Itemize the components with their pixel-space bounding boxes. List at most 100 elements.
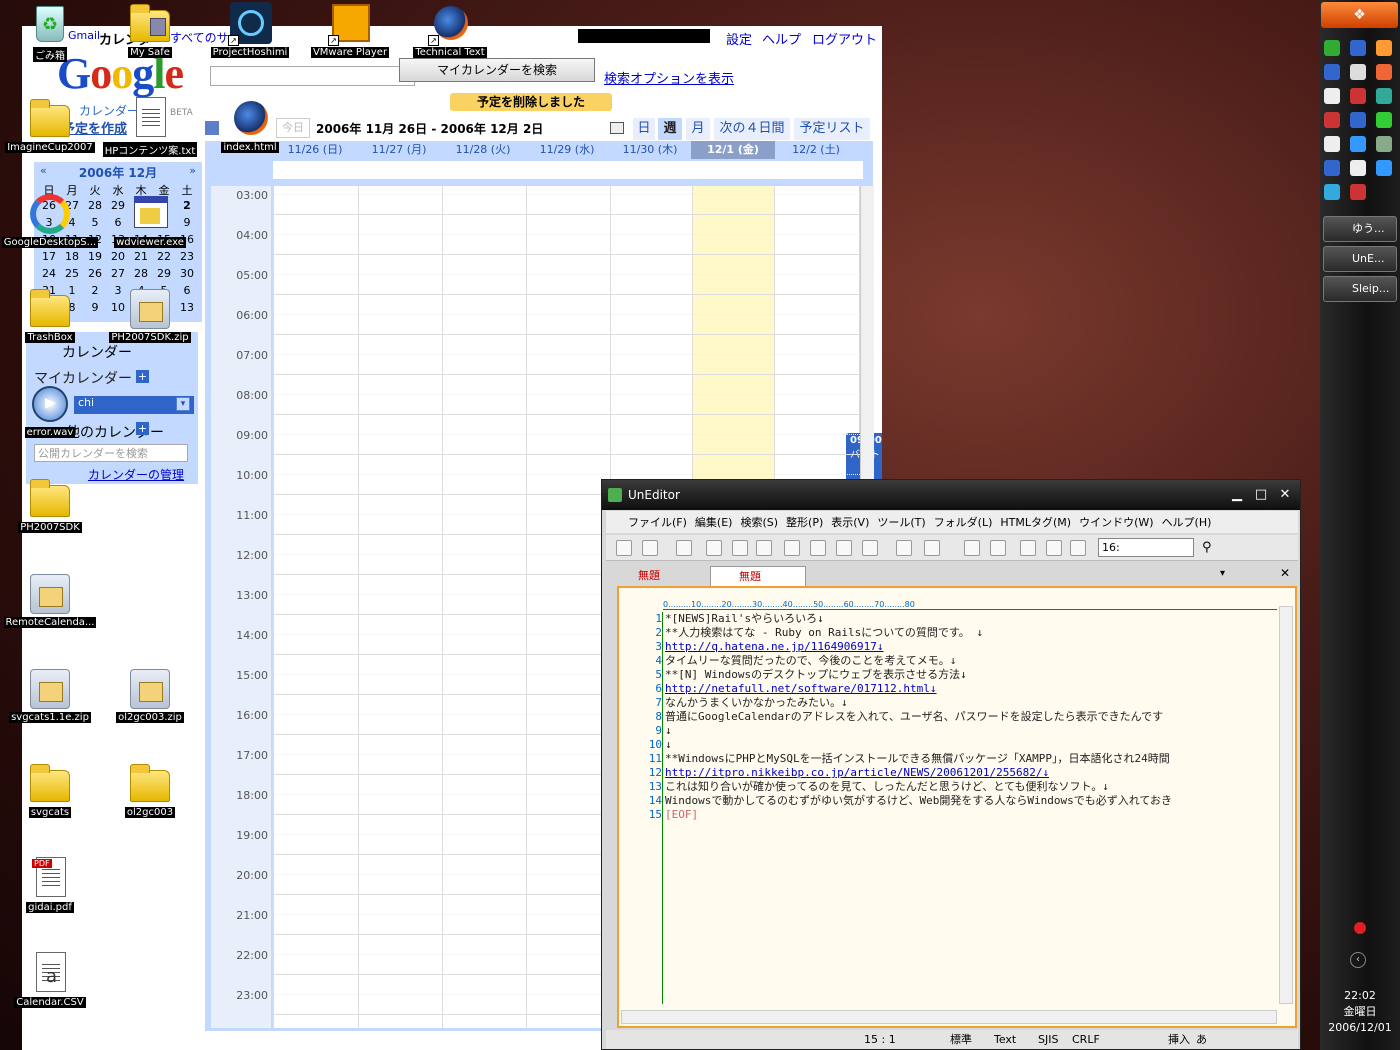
start-button[interactable]: ❖: [1321, 2, 1398, 28]
uneditor-ql-icon[interactable]: [1324, 40, 1340, 56]
editor-lines[interactable]: *[NEWS]Rail'sやらいろいろ↓ **人力検索はてな - Ruby on …: [665, 612, 1277, 1004]
menu-folder[interactable]: フォルダ(L): [934, 514, 993, 530]
mini-cal-day[interactable]: 17: [38, 250, 60, 263]
capture-icon[interactable]: [1070, 540, 1086, 556]
binoculars-icon[interactable]: ⚲: [1202, 540, 1212, 555]
menu-view[interactable]: 表示(V): [831, 514, 869, 530]
blank2-icon[interactable]: [810, 540, 826, 556]
add-other-calendar-icon[interactable]: +: [136, 422, 149, 435]
calendar-icon[interactable]: [990, 540, 1006, 556]
view-day-button[interactable]: 日: [633, 118, 655, 140]
search-my-calendars-button[interactable]: マイカレンダーを検索: [399, 58, 595, 82]
mode-select[interactable]: 標準: [950, 1030, 972, 1049]
desktop-icon-hoshimi[interactable]: ↗ ProjectHoshimi: [200, 2, 300, 61]
manage-calendars-link[interactable]: カレンダーの管理: [88, 466, 184, 483]
task-sleipnir[interactable]: Sleip...: [1323, 276, 1397, 302]
tab-untitled-1[interactable]: 無題: [610, 566, 706, 586]
tool-ql-icon[interactable]: [1376, 136, 1392, 152]
desktop-icon-zip[interactable]: PH2007SDK.zip: [100, 287, 200, 346]
skype-ql-icon[interactable]: [1324, 184, 1340, 200]
day-header[interactable]: 11/30 (木): [609, 141, 691, 159]
network-ql-icon[interactable]: [1350, 40, 1366, 56]
view-4days-button[interactable]: 次の４日間: [714, 118, 790, 140]
desktop-icon-vmware[interactable]: ↗ VMware Player: [300, 2, 400, 61]
desktop-icon-gdesktop[interactable]: GoogleDesktopS...: [0, 192, 100, 251]
movie-ql-icon[interactable]: [1324, 88, 1340, 104]
view-agenda-button[interactable]: 予定リスト: [794, 118, 870, 140]
mini-cal-day[interactable]: 18: [61, 250, 83, 263]
chart-ql-icon[interactable]: [1376, 88, 1392, 104]
public-calendar-search[interactable]: 公開カレンダーを検索: [34, 444, 188, 462]
firefox-ql-icon[interactable]: [1376, 40, 1392, 56]
editor-text-area[interactable]: 0.........10........20........30........…: [617, 586, 1297, 1028]
logout-link[interactable]: ログアウト: [812, 29, 877, 48]
desktop-icon-zip[interactable]: ol2gc003.zip: [100, 667, 200, 726]
desktop-icon-firefox[interactable]: index.html: [200, 97, 300, 156]
blank-icon[interactable]: [706, 540, 722, 556]
desktop-icon-exe[interactable]: wdviewer.exe: [100, 192, 200, 251]
pin-ql-icon[interactable]: [1350, 184, 1366, 200]
desktop-icon-safe[interactable]: My Safe: [100, 2, 200, 61]
add-calendar-icon[interactable]: +: [136, 370, 149, 383]
search-icon[interactable]: [862, 540, 878, 556]
all-day-row[interactable]: [273, 161, 863, 179]
tab-close-icon[interactable]: ✕: [1280, 566, 1290, 580]
print-icon[interactable]: [756, 540, 772, 556]
uneditor-titlebar[interactable]: UnEditor ▁ □ ✕: [602, 480, 1300, 510]
copy-icon[interactable]: [964, 540, 980, 556]
desktop-icon-folder[interactable]: TrashBox: [0, 287, 100, 346]
print-icon[interactable]: [610, 122, 624, 134]
settings-link[interactable]: 設定: [726, 29, 752, 48]
mini-cal-day[interactable]: 20: [107, 250, 129, 263]
mini-cal-day[interactable]: 23: [176, 250, 198, 263]
menu-search[interactable]: 検索(S): [740, 514, 778, 530]
day-header[interactable]: 11/27 (月): [357, 141, 441, 159]
day-header[interactable]: 11/28 (火): [441, 141, 525, 159]
view-week-button[interactable]: 週: [658, 118, 682, 140]
view-month-button[interactable]: 月: [686, 118, 710, 140]
editor-vertical-scrollbar[interactable]: [1279, 606, 1293, 1004]
mini-cal-day[interactable]: 27: [107, 267, 129, 280]
open-folder-icon[interactable]: [642, 540, 658, 556]
close-button[interactable]: ✕: [1274, 485, 1296, 505]
type-select[interactable]: Text: [994, 1030, 1016, 1049]
desktop-icon-folder[interactable]: PH2007SDK: [0, 477, 100, 536]
encoding[interactable]: SJIS: [1038, 1030, 1058, 1049]
print-preview-icon[interactable]: [732, 540, 748, 556]
mini-cal-day[interactable]: 28: [130, 267, 152, 280]
editor-horizontal-scrollbar[interactable]: [621, 1010, 1277, 1024]
bookmark-icon[interactable]: [1020, 540, 1036, 556]
search-input[interactable]: [210, 66, 415, 86]
desktop-icon-zip[interactable]: RemoteCalenda...: [0, 572, 100, 631]
desktop-icon-wav[interactable]: ▶ error.wav: [0, 382, 100, 441]
desktop-icon-folder[interactable]: ol2gc003: [100, 762, 200, 821]
mini-cal-day[interactable]: 29: [153, 267, 175, 280]
menu-html-tags[interactable]: HTMLタグ(M): [1000, 514, 1071, 530]
desktop-icon-firefox-doc[interactable]: ↗ Technical Text: [400, 2, 500, 61]
mini-cal-day[interactable]: 26: [84, 267, 106, 280]
bug-ql-icon[interactable]: [1376, 112, 1392, 128]
cat-ql-icon[interactable]: [1324, 136, 1340, 152]
desktop-icon-pdf[interactable]: PDF gidai.pdf: [0, 857, 100, 916]
monitor-ql-icon[interactable]: [1324, 64, 1340, 80]
editor-link-line[interactable]: http://itpro.nikkeibp.co.jp/article/NEWS…: [665, 766, 1277, 780]
menu-help[interactable]: ヘルプ(H): [1162, 514, 1212, 530]
desktop-icon-txt[interactable]: HPコンテンツ案.txt: [100, 97, 200, 160]
msn-ql-icon[interactable]: [1350, 160, 1366, 176]
desktop-icon-csv[interactable]: a Calendar.CSV: [0, 952, 100, 1011]
help-link[interactable]: ヘルプ: [762, 29, 801, 48]
magic-icon[interactable]: [924, 540, 940, 556]
app-ql-icon[interactable]: [1324, 112, 1340, 128]
mini-cal-day[interactable]: 25: [61, 267, 83, 280]
desktop-icon-recycle[interactable]: ♻ ごみ箱: [0, 2, 100, 65]
task-uneditor[interactable]: UnE...: [1323, 246, 1397, 272]
menu-window[interactable]: ウインドウ(W): [1079, 514, 1153, 530]
minimize-button[interactable]: ▁: [1226, 485, 1248, 505]
mini-cal-day[interactable]: 22: [153, 250, 175, 263]
editor-link-line[interactable]: http://netafull.net/software/017112.html…: [665, 682, 1277, 696]
browser-icon[interactable]: [1046, 540, 1062, 556]
mini-next-link[interactable]: »: [189, 164, 196, 177]
day-header[interactable]: 12/2 (土): [775, 141, 857, 159]
desktop-icon-folder[interactable]: svgcats: [0, 762, 100, 821]
spell-icon[interactable]: [896, 540, 912, 556]
